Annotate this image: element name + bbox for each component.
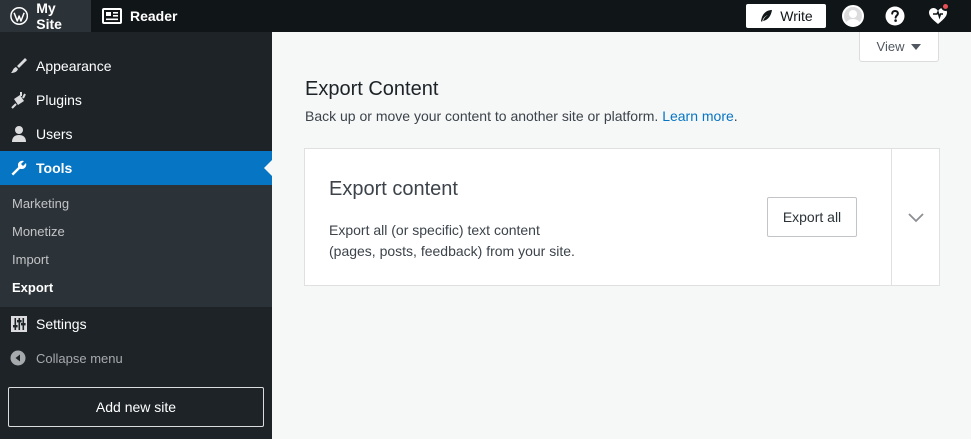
quill-icon (761, 10, 773, 22)
sidebar-item-label: Tools (36, 160, 73, 176)
page-subtitle: Back up or move your content to another … (305, 108, 738, 124)
plugin-icon (10, 91, 28, 109)
help-icon[interactable] (885, 6, 905, 26)
submenu-item-marketing[interactable]: Marketing (0, 189, 272, 217)
notifications-button[interactable] (927, 2, 950, 27)
collapse-arrow-icon (10, 350, 26, 366)
user-icon (10, 125, 28, 143)
submenu-item-import[interactable]: Import (0, 245, 272, 273)
card-description: Export all (or specific) text content (p… (329, 220, 589, 262)
sidebar-item-plugins[interactable]: Plugins (0, 83, 272, 117)
wrench-icon (10, 159, 28, 177)
submenu-item-monetize[interactable]: Monetize (0, 217, 272, 245)
wordpress-logo-icon (10, 7, 29, 25)
add-new-site-button[interactable]: Add new site (8, 387, 264, 427)
avatar[interactable] (842, 5, 864, 27)
active-pointer (264, 160, 272, 176)
view-label: View (876, 39, 905, 54)
view-dropdown[interactable]: View (859, 32, 939, 62)
sidebar-item-label: Appearance (36, 58, 112, 74)
sidebar-item-label: Users (36, 126, 73, 142)
sidebar-item-settings[interactable]: Settings (0, 307, 272, 341)
tools-submenu: Marketing Monetize Import Export (0, 185, 272, 307)
sidebar-item-users[interactable]: Users (0, 117, 272, 151)
collapse-menu-label: Collapse menu (36, 350, 123, 366)
masterbar: My Site Reader Write (0, 0, 971, 32)
reader-icon (102, 8, 122, 24)
subtitle-period: . (733, 108, 738, 124)
main-content: View Export Content Back up or move your… (272, 32, 971, 439)
subtitle-text: Back up or move your content to another … (305, 108, 659, 124)
caret-down-icon (911, 43, 922, 50)
sidebar-item-label: Plugins (36, 92, 82, 108)
sidebar-item-appearance[interactable]: Appearance (0, 49, 272, 83)
learn-more-link[interactable]: Learn more (662, 108, 734, 124)
write-label: Write (780, 8, 813, 24)
collapse-menu-button[interactable]: Collapse menu (0, 341, 272, 375)
page-title: Export Content (305, 78, 439, 100)
export-card: Export content Export all (or specific) … (304, 148, 940, 286)
submenu-item-export[interactable]: Export (0, 273, 272, 301)
chevron-down-icon (908, 213, 924, 223)
my-site-label: My Site (36, 0, 62, 32)
paintbrush-icon (10, 57, 28, 75)
card-description-line: Export all (or specific) text content (329, 222, 540, 238)
expand-card-button[interactable] (893, 149, 939, 285)
card-description-line: (pages, posts, feedback) from your site. (329, 243, 575, 259)
card-title: Export content (329, 178, 458, 200)
settings-sliders-icon (10, 315, 28, 333)
sidebar-item-tools[interactable]: Tools (0, 151, 272, 185)
reader-button[interactable]: Reader (91, 0, 187, 32)
reader-label: Reader (130, 8, 178, 24)
export-card-body: Export content Export all (or specific) … (305, 149, 892, 285)
sidebar-item-label: Settings (36, 316, 87, 332)
my-site-button[interactable]: My Site (0, 0, 91, 32)
write-button[interactable]: Write (746, 4, 826, 28)
sidebar: Appearance Plugins Users Tools Marketing… (0, 32, 272, 439)
notification-badge (941, 2, 950, 11)
export-all-button[interactable]: Export all (767, 197, 857, 237)
